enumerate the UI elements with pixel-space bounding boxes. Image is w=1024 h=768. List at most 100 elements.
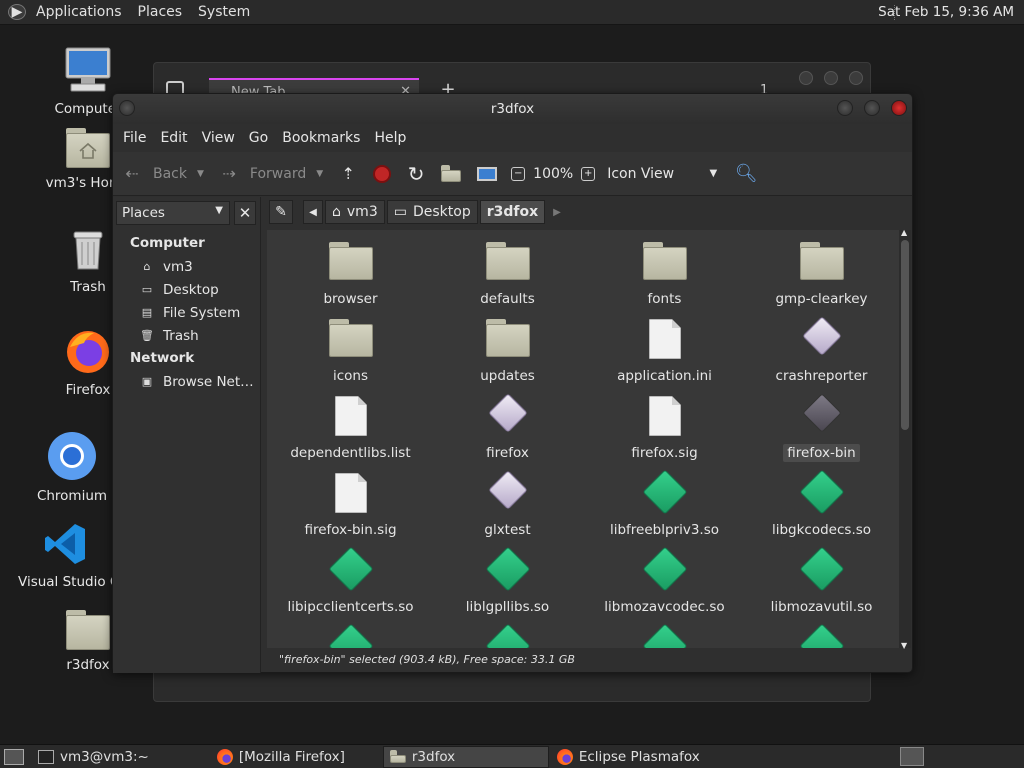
maximize-icon[interactable] (864, 100, 880, 116)
file-item[interactable] (743, 619, 899, 648)
view-mode-select[interactable]: Icon View ▼ (607, 159, 717, 189)
sidebar-item-desktop[interactable]: ▭ Desktop (113, 278, 260, 301)
file-item[interactable]: libfreeblpriv3.so (586, 465, 743, 542)
menu-go[interactable]: Go (242, 130, 275, 146)
file-item[interactable]: libgkcodecs.so (743, 465, 899, 542)
up-arrow-icon[interactable]: ⇡ (337, 163, 359, 185)
home-icon: ⌂ (332, 204, 341, 220)
file-item[interactable] (272, 619, 429, 648)
task-firefox[interactable]: [Mozilla Firefox] (211, 746, 351, 768)
file-item[interactable]: firefox.sig (586, 388, 743, 465)
file-item[interactable]: libipcclientcerts.so (272, 542, 429, 619)
sidebar-item-label: Trash (163, 327, 199, 344)
title-bar[interactable]: r3dfox (113, 94, 912, 124)
task-terminal[interactable]: vm3@vm3:~ (32, 746, 155, 768)
menu-places[interactable]: Places (130, 4, 191, 20)
menu-help[interactable]: Help (367, 130, 413, 146)
sidebar-item-vm3[interactable]: ⌂ vm3 (113, 255, 260, 278)
file-item[interactable]: dependentlibs.list (272, 388, 429, 465)
reload-icon[interactable]: ↻ (405, 162, 427, 186)
back-history-dropdown-icon[interactable]: ▼ (197, 169, 204, 179)
shared-library-icon (485, 623, 531, 648)
task-plasmafox[interactable]: Eclipse Plasmafox (551, 746, 706, 768)
desktop-icon-vscode[interactable]: Visual Studio Code (18, 521, 114, 590)
forward-arrow-icon: ⇢ (222, 164, 236, 183)
places-selector[interactable]: Places ▼ (116, 201, 230, 225)
file-item[interactable]: crashreporter (743, 311, 899, 388)
breadcrumb-vm3[interactable]: ⌂ vm3 (325, 200, 385, 224)
folder-icon: ▭ (141, 283, 153, 296)
file-item[interactable] (429, 619, 586, 648)
scrollbar-thumb[interactable] (901, 240, 909, 430)
file-name: icons (272, 368, 429, 384)
desktop-icon-chromium[interactable]: Chromium (22, 431, 122, 504)
breadcrumb-label: vm3 (346, 204, 378, 220)
path-back-icon[interactable]: ◀ (303, 200, 323, 224)
places-list: Computer ⌂ vm3 ▭ Desktop ▤ File System 🗑︎ Tr… (113, 232, 260, 393)
file-name: browser (272, 291, 429, 307)
close-icon[interactable] (891, 100, 907, 116)
forward-history-dropdown-icon[interactable]: ▼ (316, 169, 323, 179)
executable-icon (486, 393, 530, 436)
file-item[interactable]: browser (272, 234, 429, 311)
file-item[interactable] (586, 619, 743, 648)
menu-view[interactable]: View (195, 130, 242, 146)
breadcrumb-r3dfox[interactable]: r3dfox (479, 200, 546, 224)
zoom-out-icon[interactable]: − (511, 159, 526, 189)
menu-system[interactable]: System (190, 4, 258, 20)
scroll-up-icon[interactable]: ▲ (901, 228, 907, 237)
document-icon (643, 396, 687, 436)
sidebar-item-trash[interactable]: 🗑︎ Trash (113, 324, 260, 347)
file-item[interactable]: libmozavutil.so (743, 542, 899, 619)
scroll-down-icon[interactable]: ▼ (901, 641, 907, 650)
search-icon[interactable]: 🔍︎ (735, 163, 758, 185)
computer-icon[interactable] (477, 159, 498, 189)
executable-icon (800, 393, 844, 436)
file-item[interactable]: application.ini (586, 311, 743, 388)
minimize-icon[interactable] (837, 100, 853, 116)
file-item[interactable]: icons (272, 311, 429, 388)
file-item[interactable]: libmozavcodec.so (586, 542, 743, 619)
file-item[interactable]: firefox (429, 388, 586, 465)
menu-applications[interactable]: Applications (28, 4, 130, 20)
file-item[interactable]: gmp-clearkey (743, 234, 899, 311)
menu-file[interactable]: File (116, 130, 153, 146)
desktop-icon-label: Chromium (36, 488, 108, 504)
close-sidebar-button[interactable]: ✕ (234, 201, 256, 225)
breadcrumb-desktop[interactable]: ▭ Desktop (386, 200, 478, 224)
vertical-scrollbar[interactable]: ▲ ▼ (899, 228, 911, 650)
forward-button[interactable]: ⇢ Forward ▼ (218, 159, 323, 189)
sidebar-item-file-system[interactable]: ▤ File System (113, 301, 260, 324)
file-item[interactable]: defaults (429, 234, 586, 311)
file-name: glxtest (429, 522, 586, 538)
close-icon[interactable] (849, 71, 863, 85)
maximize-icon[interactable] (824, 71, 838, 85)
minimize-icon[interactable] (799, 71, 813, 85)
window-menu-icon[interactable] (119, 100, 135, 116)
menu-bookmarks[interactable]: Bookmarks (275, 130, 367, 146)
file-item[interactable]: glxtest (429, 465, 586, 542)
file-item[interactable]: firefox-bin.sig (272, 465, 429, 542)
show-desktop-icon[interactable] (4, 748, 24, 765)
menu-edit[interactable]: Edit (153, 130, 194, 146)
stop-icon[interactable] (373, 159, 392, 189)
executable-icon (486, 470, 530, 513)
clock[interactable]: Sat Feb 15, 9:36 AM (878, 4, 1014, 20)
edit-location-icon[interactable]: ✎ (269, 200, 293, 224)
path-forward-icon[interactable]: ▶ (553, 207, 561, 218)
back-arrow-icon: ⇠ (125, 164, 139, 183)
file-name-text: crashreporter (775, 368, 868, 384)
file-item[interactable]: liblgpllibs.so (429, 542, 586, 619)
file-item[interactable]: firefox-bin (743, 388, 899, 465)
applications-icon[interactable]: ▶ (6, 4, 28, 20)
file-item[interactable]: updates (429, 311, 586, 388)
back-button[interactable]: ⇠ Back ▼ (121, 159, 204, 189)
workspace-switcher-icon[interactable] (900, 747, 924, 766)
file-item[interactable]: fonts (586, 234, 743, 311)
zoom-level[interactable]: 100% (533, 159, 573, 189)
zoom-in-icon[interactable]: + (581, 159, 596, 189)
sidebar-item-browse-network[interactable]: ▣ Browse Net… (113, 370, 260, 393)
home-icon[interactable] (441, 159, 462, 189)
task-r3dfox[interactable]: r3dfox (382, 745, 549, 768)
breadcrumb-label: Desktop (412, 204, 471, 220)
